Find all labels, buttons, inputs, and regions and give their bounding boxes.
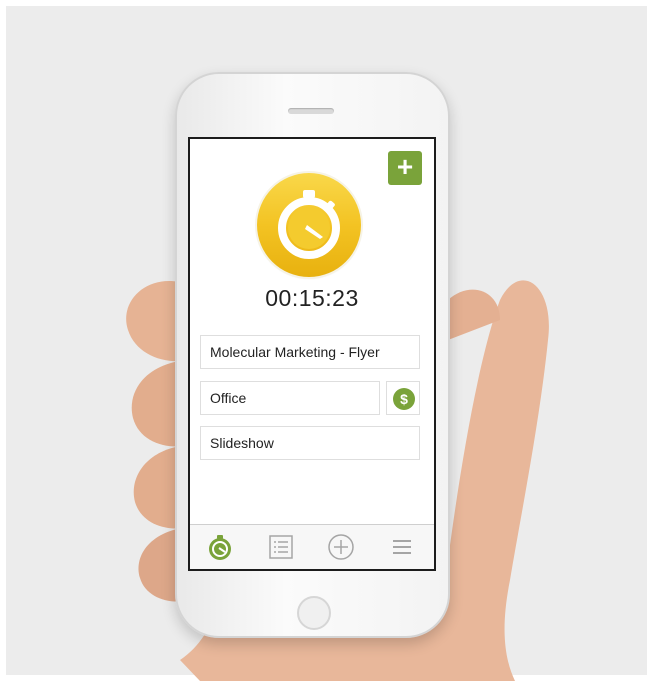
dollar-icon: $ (393, 388, 415, 410)
task-field[interactable]: Slideshow (200, 426, 420, 460)
client-field[interactable]: Office (200, 381, 380, 415)
tab-add[interactable] (326, 532, 356, 562)
earpiece (288, 108, 334, 114)
billable-toggle-button[interactable]: $ (386, 381, 420, 415)
stopwatch-icon (278, 190, 340, 259)
add-entry-button[interactable]: + (388, 151, 422, 185)
list-icon (269, 535, 293, 559)
tab-bar (190, 524, 434, 569)
home-button (297, 596, 331, 630)
plus-icon: + (396, 151, 414, 182)
add-circle-icon (328, 534, 354, 560)
tab-menu[interactable] (387, 532, 417, 562)
app-screen: + 00:15:23 Molecular Marketing - Flyer O… (188, 137, 436, 571)
stopwatch-icon (209, 535, 231, 560)
tab-entries[interactable] (266, 532, 296, 562)
timer-toggle-button[interactable] (257, 173, 361, 277)
project-field[interactable]: Molecular Marketing - Flyer (200, 335, 420, 369)
menu-icon (393, 540, 411, 554)
tab-timer[interactable] (205, 532, 235, 562)
elapsed-time: 00:15:23 (265, 285, 359, 311)
